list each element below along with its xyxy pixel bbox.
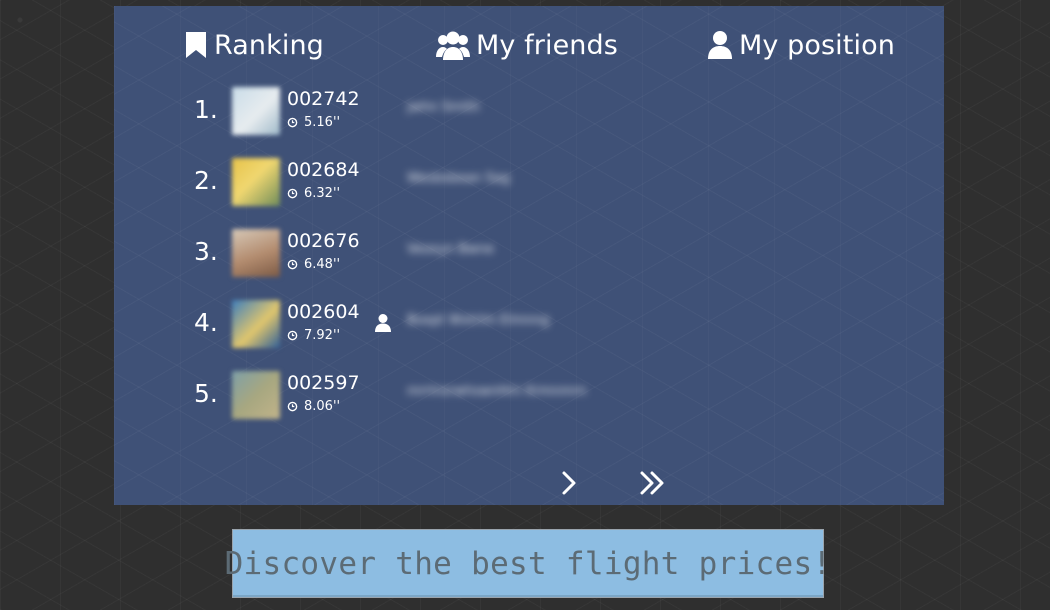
ranking-row[interactable]: 2. 002684 6.32'' Wesbsbean Sag [114,153,944,215]
last-page-button[interactable] [635,465,671,501]
ranking-row[interactable]: 4. 002604 7.92'' Boxpt Wxtrlm Elmnng [114,295,944,357]
ranking-row[interactable]: 5. 002597 8.06'' mrrlnsrwhswnHrn Krmnmrn [114,366,944,428]
avatar[interactable] [232,371,280,419]
rank-number: 3. [194,237,218,266]
leaderboard-panel: Ranking My friends My position 1. 002742… [114,6,944,505]
rank-number: 1. [194,95,218,124]
time-value: 8.06'' [304,399,341,414]
pagination [114,465,944,501]
time-row: 5.16'' [287,115,340,130]
avatar[interactable] [232,300,280,348]
double-chevron-right-icon [640,471,664,495]
bookmark-icon [186,32,206,58]
avatar[interactable] [232,87,280,135]
time-row: 7.92'' [287,328,340,343]
player-name[interactable]: Veoxyn Bwne [407,242,494,257]
player-name[interactable]: jwhn Smith [407,100,480,115]
time-row: 6.48'' [287,257,340,272]
clock-icon [287,259,298,270]
avatar[interactable] [232,158,280,206]
ranking-row[interactable]: 1. 002742 5.16'' jwhn Smith [114,82,944,144]
current-user-icon [375,314,391,332]
chevron-right-icon [562,471,576,495]
avatar[interactable] [232,229,280,277]
ad-banner[interactable]: Discover the best flight prices! [225,529,831,598]
tab-my-friends[interactable]: My friends [436,24,618,66]
time-row: 8.06'' [287,399,340,414]
score: 002676 [287,230,360,252]
tab-ranking-label: Ranking [214,29,324,61]
ranking-row[interactable]: 3. 002676 6.48'' Veoxyn Bwne [114,224,944,286]
player-name[interactable]: mrrlnsrwhswnHrn Krmnmrn [407,384,586,399]
tab-my-position-label: My position [739,29,895,61]
player-name[interactable]: Boxpt Wxtrlm Elmnng [407,313,549,328]
time-row: 6.32'' [287,186,340,201]
time-value: 6.32'' [304,186,341,201]
rank-number: 2. [194,166,218,195]
rank-number: 5. [194,379,218,408]
clock-icon [287,330,298,341]
clock-icon [287,117,298,128]
score: 002597 [287,372,360,394]
score: 002604 [287,301,360,323]
time-value: 6.48'' [304,257,341,272]
ad-text: Discover the best flight prices! [224,545,832,582]
user-icon [708,31,732,59]
time-value: 7.92'' [304,328,341,343]
leaderboard-tabs: Ranking My friends My position [114,24,944,66]
users-icon [436,31,470,60]
clock-icon [287,188,298,199]
score: 002742 [287,88,360,110]
tab-my-friends-label: My friends [476,29,618,61]
score: 002684 [287,159,360,181]
player-name[interactable]: Wesbsbean Sag [407,171,510,186]
tab-ranking[interactable]: Ranking [184,24,324,66]
rank-number: 4. [194,308,218,337]
clock-icon [287,401,298,412]
tab-my-position[interactable]: My position [707,24,895,66]
next-page-button[interactable] [551,465,587,501]
time-value: 5.16'' [304,115,341,130]
